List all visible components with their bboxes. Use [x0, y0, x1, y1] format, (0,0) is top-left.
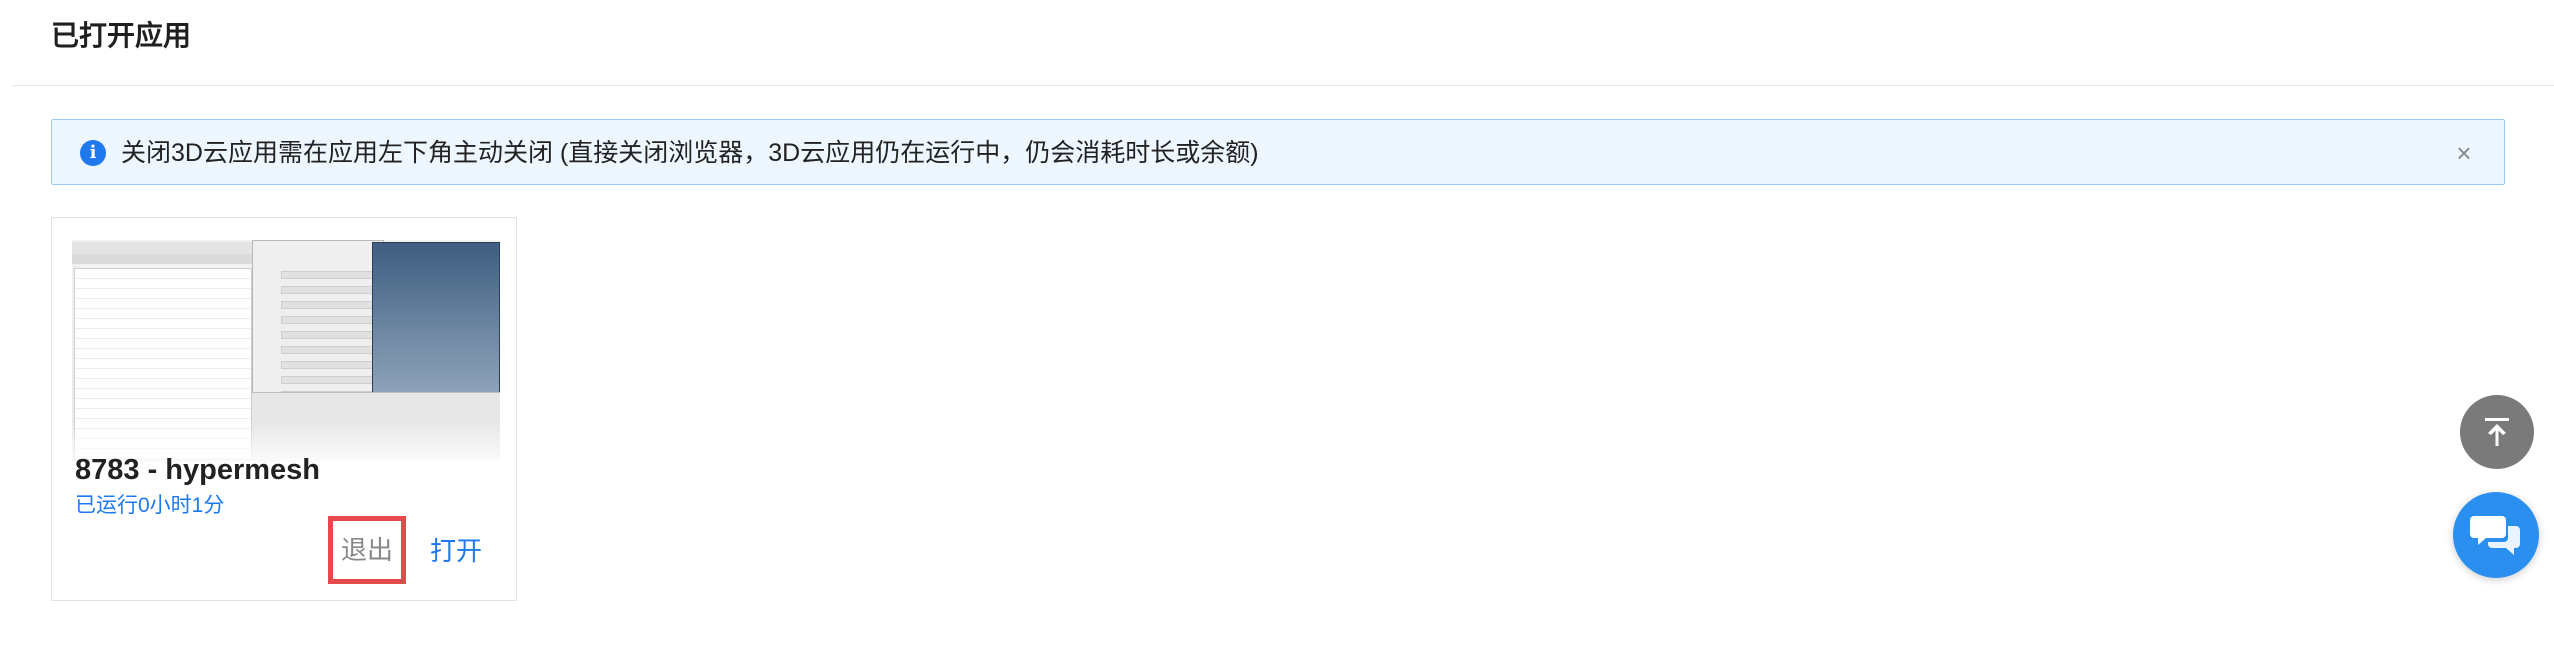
chat-button[interactable] — [2453, 492, 2539, 578]
info-icon: i — [80, 140, 106, 166]
thumbnail-menu-bar — [72, 242, 252, 254]
header-divider — [13, 85, 2554, 86]
open-button[interactable]: 打开 — [430, 528, 482, 574]
notice-banner: i 关闭3D云应用需在应用左下角主动关闭 (直接关闭浏览器，3D云应用仍在运行中… — [51, 119, 2505, 185]
close-icon[interactable]: × — [2448, 137, 2480, 169]
chat-bubbles-icon — [2470, 516, 2520, 555]
exit-button[interactable]: 退出 — [328, 516, 406, 584]
thumbnail-toolbar — [72, 254, 252, 264]
app-thumbnail[interactable] — [72, 240, 500, 462]
app-card: 8783 - hypermesh 已运行0小时1分 退出 打开 — [51, 217, 517, 601]
arrow-up-to-top-icon — [2485, 418, 2509, 446]
app-runtime: 已运行0小时1分 — [75, 494, 225, 517]
back-to-top-button[interactable] — [2460, 395, 2534, 469]
page-title: 已打开应用 — [51, 20, 192, 51]
thumbnail-3d-viewport — [372, 242, 500, 394]
app-title: 8783 - hypermesh — [75, 454, 321, 486]
notice-text: 关闭3D云应用需在应用左下角主动关闭 (直接关闭浏览器，3D云应用仍在运行中，仍… — [121, 139, 1259, 167]
